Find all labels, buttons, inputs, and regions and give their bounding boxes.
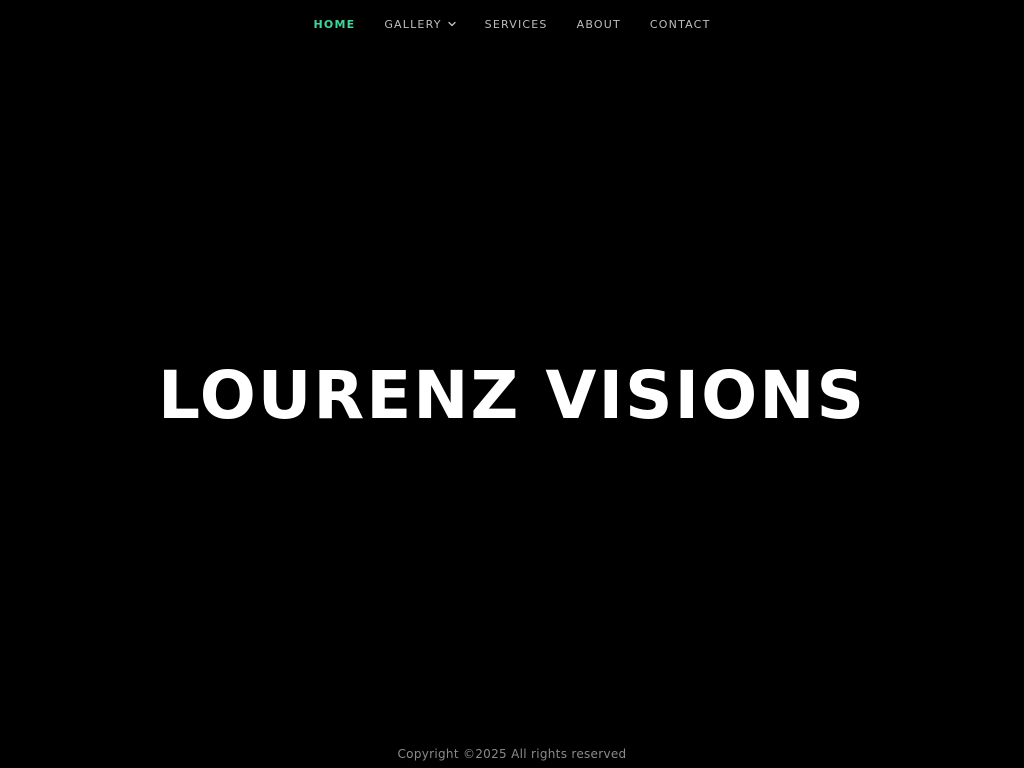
nav-item-label: SERVICES [484, 17, 548, 31]
nav-item-label: CONTACT [649, 17, 711, 31]
site-title: LOURENZ VISIONS [158, 356, 866, 434]
nav-item-label: ABOUT [576, 17, 621, 31]
nav-item-services[interactable]: SERVICES [485, 18, 548, 31]
nav-item-gallery[interactable]: GALLERY [384, 17, 456, 31]
nav-item-about[interactable]: ABOUT [577, 18, 621, 31]
main-nav: HOME GALLERY SERVICES ABOUT CONTACT [0, 0, 1024, 48]
nav-item-home[interactable]: HOME [313, 18, 355, 31]
nav-item-label: HOME [313, 17, 356, 31]
page-footer: Copyright ©2025 All rights reserved [0, 744, 1024, 764]
nav-item-label: GALLERY [384, 17, 442, 31]
copyright-text: Copyright ©2025 All rights reserved [397, 747, 627, 761]
nav-item-contact[interactable]: CONTACT [650, 18, 711, 31]
nav-list: HOME GALLERY SERVICES ABOUT CONTACT [313, 18, 710, 31]
chevron-down-icon [447, 21, 456, 27]
hero-section: LOURENZ VISIONS [0, 340, 1024, 450]
